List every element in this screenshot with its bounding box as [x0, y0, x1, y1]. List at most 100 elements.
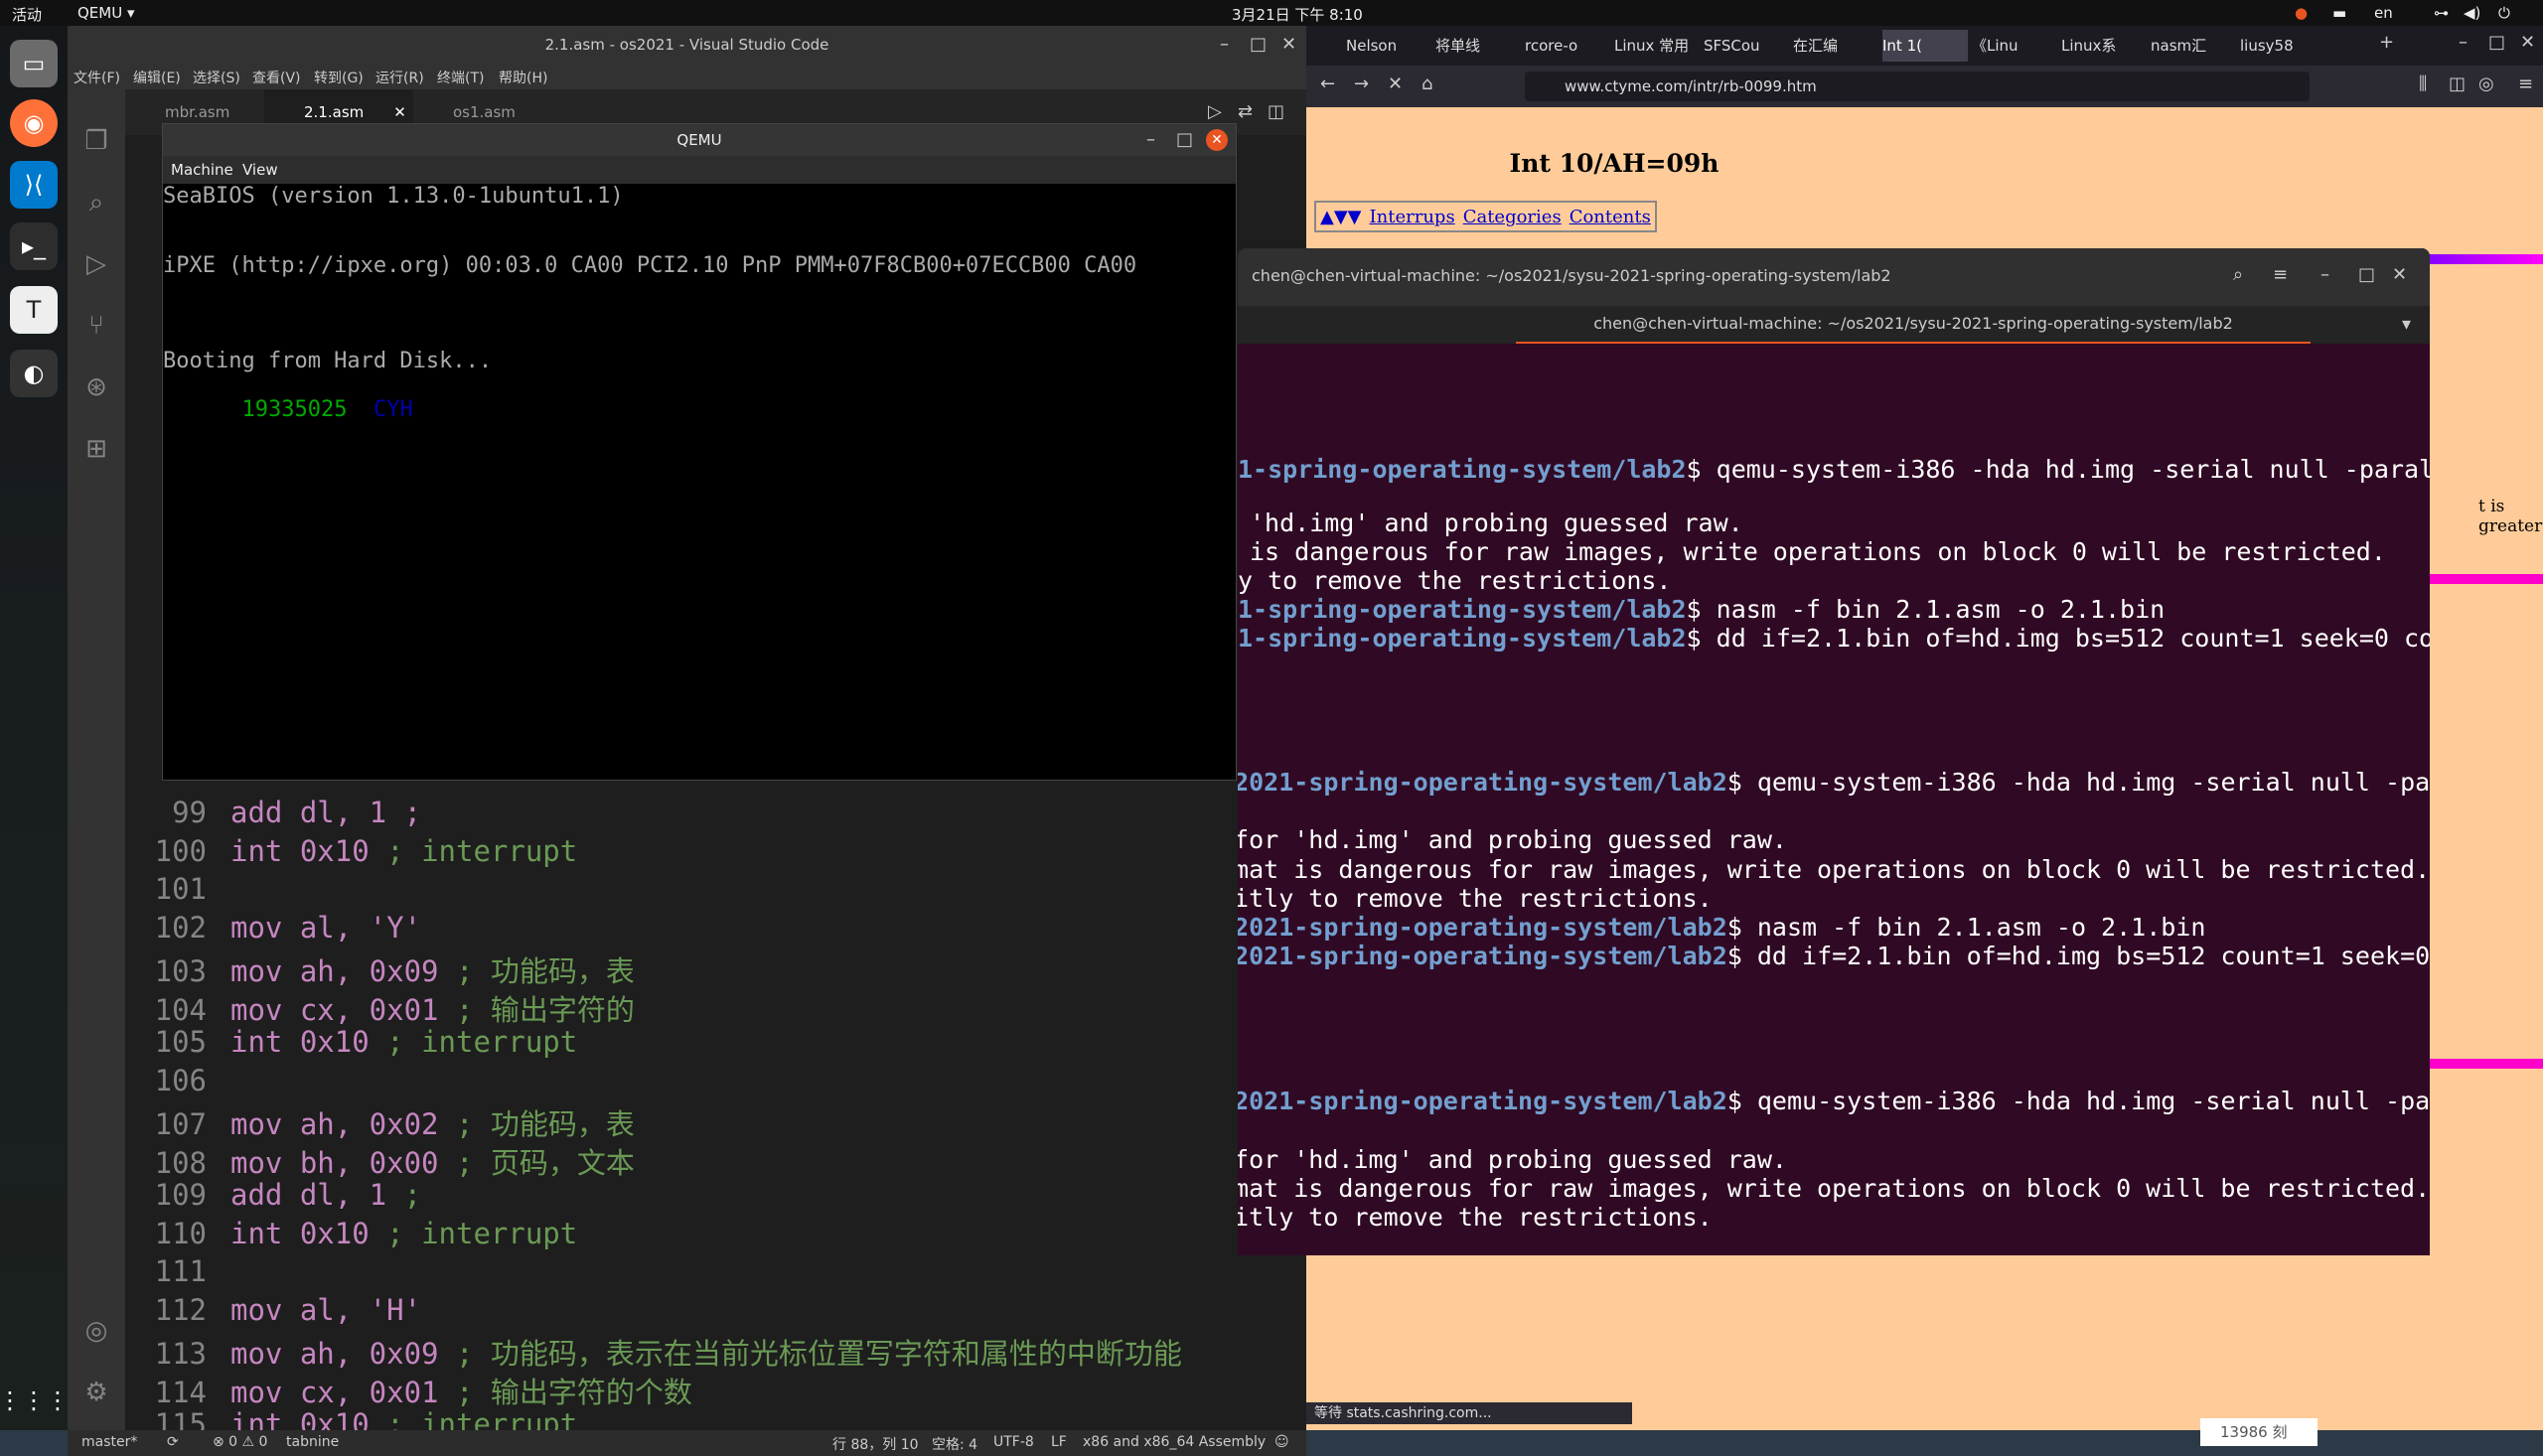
clock[interactable]: 3月21日 下午 8:10	[1232, 4, 1363, 25]
qemu-icon[interactable]: ◐	[10, 350, 58, 397]
terminal-tab[interactable]: chen@chen-virtual-machine: ~/os2021/sysu…	[1516, 306, 2311, 344]
run-icon[interactable]: ▷	[1208, 101, 1222, 122]
browser-tab[interactable]: Linux 常用	[1614, 30, 1700, 62]
new-tab-icon[interactable]: +	[2379, 32, 2394, 53]
back-icon[interactable]: ←	[1320, 73, 1335, 94]
account-icon[interactable]: ◎	[2478, 73, 2494, 94]
run-debug-icon[interactable]: ▷	[80, 248, 112, 280]
code-line[interactable]: 108 mov bh, 0x00 ; 页码，文本	[125, 1140, 635, 1180]
library-icon[interactable]: ⫼	[2419, 73, 2427, 94]
menu-view[interactable]: 查看(V)	[252, 68, 301, 87]
volume-icon[interactable]: ◀)	[2464, 4, 2480, 22]
menu-selection[interactable]: 选择(S)	[193, 68, 240, 87]
code-line[interactable]: 101	[125, 872, 247, 910]
tab-dropdown-icon[interactable]: ▾	[2402, 314, 2411, 335]
code-line[interactable]: 100 int 0x10 ; interrupt	[125, 834, 578, 872]
notification-icon[interactable]: ●	[2295, 4, 2308, 22]
code-line[interactable]: 114 mov cx, 0x01 ; 输出字符的个数	[125, 1370, 692, 1409]
close-icon[interactable]: ✕	[1206, 129, 1228, 151]
vscode-icon[interactable]: ⟩⟨	[10, 161, 58, 209]
keyboard-icon[interactable]: ▬	[2332, 4, 2346, 22]
explorer-icon[interactable]: ❐	[80, 125, 112, 157]
code-line[interactable]: 110 int 0x10 ; interrupt	[125, 1217, 578, 1254]
link-contents[interactable]: Contents	[1570, 207, 1651, 227]
browser-tab[interactable]: SFSCou	[1704, 30, 1789, 62]
extensions-icon[interactable]: ⊞	[80, 433, 112, 465]
code-line[interactable]: 99 add dl, 1 ;	[125, 796, 439, 833]
firefox-icon[interactable]: ◉	[10, 99, 58, 147]
code-line[interactable]: 109 add dl, 1 ;	[125, 1178, 421, 1216]
code-line[interactable]: 111	[125, 1254, 247, 1292]
menu-go[interactable]: 转到(G)	[314, 68, 364, 87]
code-line[interactable]: 102 mov al, 'Y'	[125, 911, 439, 948]
files-icon[interactable]: ▭	[10, 40, 58, 87]
code-line[interactable]: 103 mov ah, 0x09 ; 功能码，表	[125, 948, 635, 988]
minimize-icon[interactable]: –	[2320, 264, 2329, 285]
tab-close-icon[interactable]: ✕	[393, 103, 406, 121]
tabnine-status[interactable]: tabnine	[286, 1434, 339, 1450]
language-indicator[interactable]: en	[2374, 4, 2393, 22]
terminal-output[interactable]: 1-spring-operating-system/lab2$ qemu-sys…	[1238, 344, 2430, 1255]
app-grid-icon[interactable]: ⋮⋮⋮	[0, 1377, 70, 1424]
minimize-icon[interactable]: –	[2459, 32, 2468, 53]
browser-tab[interactable]: 将单线	[1435, 30, 1521, 62]
language-mode[interactable]: x86 and x86_64 Assembly	[1083, 1434, 1266, 1450]
search-icon[interactable]: ⌕	[2233, 264, 2243, 285]
close-icon[interactable]: ✕	[2520, 32, 2535, 53]
code-line[interactable]: 112 mov al, 'H'	[125, 1293, 439, 1331]
menu-machine[interactable]: Machine	[171, 161, 233, 179]
source-control-icon[interactable]: ⑂	[80, 310, 112, 342]
menu-edit[interactable]: 编辑(E)	[133, 68, 181, 87]
link-categories[interactable]: Categories	[1463, 207, 1562, 227]
code-line[interactable]: 106	[125, 1064, 247, 1101]
browser-tab[interactable]: Nelson	[1346, 30, 1431, 62]
end-of-line[interactable]: LF	[1051, 1434, 1067, 1450]
home-icon[interactable]: ⌂	[1421, 73, 1432, 94]
minimize-icon[interactable]: –	[1146, 129, 1155, 150]
problems-indicator[interactable]: ⊗ 0 ⚠ 0	[213, 1434, 267, 1450]
account-icon[interactable]: ◎	[80, 1315, 112, 1347]
cursor-position[interactable]: 行 88，列 10	[832, 1434, 919, 1454]
code-line[interactable]: 105 int 0x10 ; interrupt	[125, 1025, 578, 1063]
browser-tab[interactable]: 在汇编	[1793, 30, 1878, 62]
git-branch[interactable]: master*	[81, 1434, 137, 1450]
maximize-icon[interactable]: □	[1250, 34, 1267, 55]
menu-view[interactable]: View	[242, 161, 278, 179]
menu-file[interactable]: 文件(F)	[74, 68, 120, 87]
feedback-icon[interactable]: ☺	[1274, 1434, 1289, 1450]
menu-help[interactable]: 帮助(H)	[499, 68, 547, 87]
sync-icon[interactable]: ⟳	[167, 1434, 179, 1450]
close-icon[interactable]: ✕	[2392, 264, 2407, 285]
sidebar-icon[interactable]: ◫	[2449, 73, 2466, 94]
browser-tab[interactable]: rcore-o	[1525, 30, 1610, 62]
indentation[interactable]: 空格: 4	[932, 1434, 977, 1454]
browser-tab[interactable]: 《Linu	[1972, 30, 2057, 62]
menu-icon[interactable]: ≡	[2518, 73, 2533, 94]
forward-icon[interactable]: →	[1354, 73, 1369, 94]
code-line[interactable]: 104 mov cx, 0x01 ; 输出字符的	[125, 987, 635, 1027]
hamburger-menu-icon[interactable]: ≡	[2273, 264, 2288, 285]
network-icon[interactable]: ⊶	[2434, 4, 2449, 22]
search-icon[interactable]: ⌕	[80, 187, 112, 218]
browser-tab[interactable]: nasm汇	[2151, 30, 2236, 62]
url-bar[interactable]: www.ctyme.com/intr/rb-0099.htm	[1525, 72, 2310, 101]
git-graph-icon[interactable]: ⊛	[80, 371, 112, 403]
maximize-icon[interactable]: □	[1176, 129, 1193, 150]
split-editor-icon[interactable]: ◫	[1268, 101, 1284, 122]
maximize-icon[interactable]: □	[2358, 264, 2375, 285]
close-icon[interactable]: ✕	[1281, 34, 1296, 55]
browser-tab[interactable]: Linux系	[2061, 30, 2147, 62]
link-interrups[interactable]: Interrups	[1370, 207, 1455, 227]
power-icon[interactable]: ⏻	[2498, 4, 2510, 22]
terminal-icon[interactable]: ▸_	[10, 222, 58, 270]
nav-arrows-icon[interactable]: ▲▼▼	[1320, 207, 1362, 227]
menu-terminal[interactable]: 终端(T)	[437, 68, 484, 87]
compare-icon[interactable]: ⇄	[1238, 101, 1253, 122]
typora-icon[interactable]: T	[10, 286, 58, 334]
menu-run[interactable]: 运行(R)	[375, 68, 424, 87]
qemu-display[interactable]: SeaBIOS (version 1.13.0-1ubuntu1.1) iPXE…	[163, 184, 1236, 780]
settings-gear-icon[interactable]: ⚙	[80, 1377, 112, 1408]
encoding[interactable]: UTF-8	[993, 1434, 1034, 1450]
minimize-icon[interactable]: –	[1220, 34, 1229, 55]
activities-button[interactable]: 活动	[12, 4, 42, 25]
